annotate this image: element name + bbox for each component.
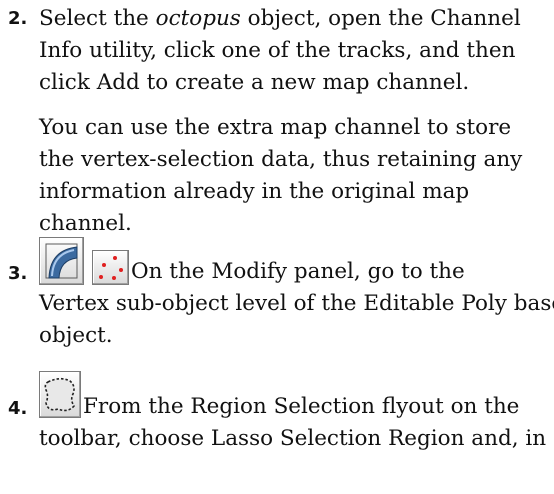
note-text-line: the vertex-selection data, thus retainin…	[39, 147, 523, 172]
note-text-line: channel.	[39, 211, 132, 236]
step-text-line: object.	[39, 323, 113, 348]
step-text-line: Select the octopus object, open the Chan…	[39, 6, 521, 31]
step-text-line: From the Region Selection flyout on the	[83, 394, 520, 419]
step-text-line: click Add to create a new map channel.	[39, 70, 470, 95]
note-text-line: information already in the original map	[39, 179, 470, 204]
step-text-line: Info utility, click one of the tracks, a…	[39, 38, 516, 63]
vertex-subobject-icon	[92, 250, 129, 285]
step-number: 4.	[8, 398, 28, 419]
step-text-line: Vertex sub-object level of the Editable …	[39, 291, 554, 316]
step-number: 2.	[8, 8, 28, 29]
note-text-line: You can use the extra map channel to sto…	[39, 115, 512, 140]
step-text-line: toolbar, choose Lasso Selection Region a…	[39, 426, 547, 451]
step-number: 3.	[8, 263, 28, 284]
editable-poly-icon	[39, 237, 84, 285]
lasso-selection-region-icon	[39, 371, 81, 418]
step-text-line: On the Modify panel, go to the	[131, 259, 465, 284]
